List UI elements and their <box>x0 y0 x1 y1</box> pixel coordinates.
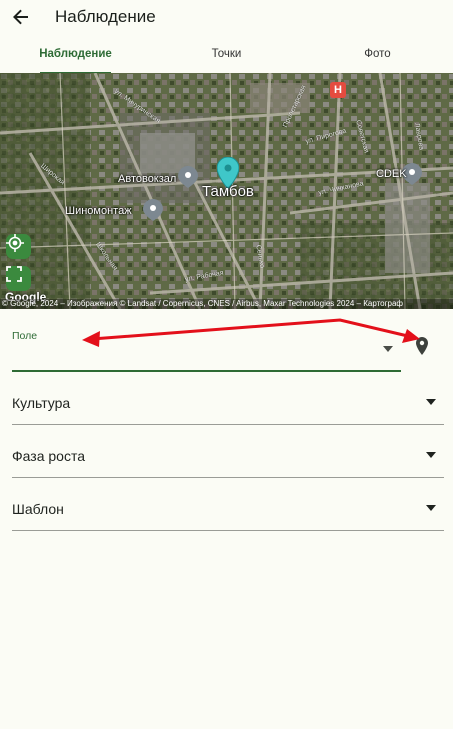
my-location-button[interactable] <box>6 234 31 259</box>
app-bar: Наблюдение <box>0 0 453 34</box>
tire-shop-pin-icon[interactable] <box>143 199 163 221</box>
tire-shop-label: Шиномонтаж <box>65 205 132 217</box>
satellite-map[interactable]: ул. Мичуринская ул. Пирогова ул. Чичкано… <box>0 73 453 309</box>
bus-station-pin-icon[interactable] <box>178 166 198 188</box>
cdek-label: CDEK <box>376 168 407 180</box>
location-pin-icon <box>416 337 428 355</box>
dropdown-arrow-icon <box>383 346 393 352</box>
culture-select-label: Культура <box>12 395 71 411</box>
tab-points[interactable]: Точки <box>151 34 302 74</box>
growth-phase-select[interactable]: Фаза роста <box>12 428 444 478</box>
fit-bounds-button[interactable] <box>6 266 31 291</box>
map-copyright: © Google, 2024 – Изображения © Landsat /… <box>0 299 453 309</box>
page-title: Наблюдение <box>55 7 156 26</box>
culture-select[interactable]: Культура <box>12 375 444 425</box>
template-select[interactable]: Шаблон <box>12 481 444 531</box>
field-select[interactable]: Поле <box>12 322 401 372</box>
tab-observation[interactable]: Наблюдение <box>0 34 151 74</box>
arrow-back-icon <box>13 9 28 25</box>
tab-observation-label: Наблюдение <box>39 48 112 60</box>
dropdown-arrow-icon <box>426 399 436 405</box>
back-button[interactable] <box>0 0 42 34</box>
fit-bounds-icon <box>6 266 22 282</box>
my-location-icon <box>6 234 24 252</box>
tab-photo[interactable]: Фото <box>302 34 453 74</box>
tab-points-label: Точки <box>211 48 242 60</box>
tab-bar: Наблюдение Точки Фото <box>0 34 453 74</box>
tab-photo-label: Фото <box>364 48 391 60</box>
bus-station-label: Автовокзал <box>118 173 177 185</box>
field-select-label: Поле <box>12 330 38 342</box>
growth-phase-select-label: Фаза роста <box>12 448 85 464</box>
dropdown-arrow-icon <box>426 505 436 511</box>
hospital-marker[interactable]: H <box>330 82 346 98</box>
pick-on-map-button[interactable] <box>416 337 428 360</box>
template-select-label: Шаблон <box>12 501 64 517</box>
city-label: Тамбов <box>202 183 254 200</box>
hospital-marker-label: H <box>334 84 342 96</box>
dropdown-arrow-icon <box>426 452 436 458</box>
